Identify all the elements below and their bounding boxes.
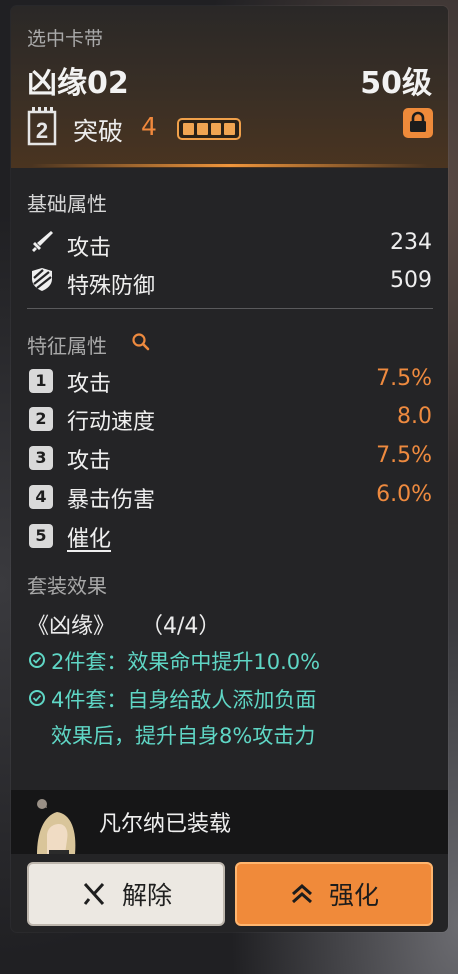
feature-link-catalyze[interactable]: 催化 [67,521,111,553]
set-name: 《凶缘》 [27,614,116,639]
lock-icon [410,111,426,132]
feature-label-crit-damage: 暴击伤害 [67,488,156,513]
search-icon[interactable] [131,332,151,352]
feature-label-attack-2: 攻击 [67,449,112,474]
feature-index-badge: 4 [29,485,53,509]
base-attr-label-special-defense: 特殊防御 [67,274,156,299]
unequip-button[interactable]: 解除 [27,862,225,926]
feature-value-crit-damage: 6.0% [376,482,432,507]
breakthrough-pip [210,123,222,135]
base-attr-value-special-defense: 509 [390,268,432,293]
check-circle-icon [29,652,45,668]
lock-button[interactable] [403,108,433,138]
feature-index-badge: 3 [29,446,53,470]
feature-value-attack: 7.5% [376,366,432,391]
feature-label-attack: 攻击 [67,372,112,397]
x-icon [83,882,105,906]
sword-icon [29,228,55,254]
unequip-label: 解除 [121,881,172,910]
base-attr-value-attack: 234 [390,230,432,255]
feature-index-badge: 1 [29,369,53,393]
slot-number: 2 [36,118,48,143]
cartridge-name: 凶缘02 [27,66,129,101]
breakthrough-value: 4 [141,112,157,141]
cartridge-detail-panel: 选中卡带 凶缘02 50级 2 突破 4 基础属性 攻击 234 特殊防御 50… [11,6,448,932]
feature-value-action-speed: 8.0 [397,404,432,429]
enhance-button[interactable]: 强化 [235,862,433,926]
header-glow-line [31,164,428,167]
equipped-by-text: 凡尔纳已装载 [99,812,232,837]
breakthrough-pip [224,123,235,135]
slot-number-icon: 2 [27,106,59,146]
double-chevron-up-icon [291,883,312,904]
breakthrough-label: 突破 [73,117,124,146]
feature-value-attack-2: 7.5% [376,443,432,468]
enhance-label: 强化 [328,881,379,910]
feature-index-badge: 5 [29,524,53,548]
base-attributes-title: 基础属性 [27,192,107,216]
shield-stripes-icon [29,266,55,292]
check-circle-icon [29,690,45,706]
set-bonus-2pc: 2件套：效果命中提升10.0% [51,650,321,674]
breakthrough-pips [177,118,241,140]
feature-label-action-speed: 行动速度 [67,410,156,435]
section-divider [27,308,433,309]
feature-index-badge: 2 [29,407,53,431]
base-attr-label-attack: 攻击 [67,236,112,261]
selected-cartridge-label: 选中卡带 [27,28,104,50]
avatar [25,794,85,854]
breakthrough-pip [183,123,194,135]
set-bonus-4pc: 4件套：自身给敌人添加负面 [51,688,317,712]
feature-attributes-title: 特征属性 [27,334,107,358]
set-count: （4/4） [141,614,221,639]
set-bonus-4pc-continued: 效果后，提升自身8%攻击力 [51,724,316,748]
set-effect-title: 套装效果 [27,574,107,598]
breakthrough-pip [196,123,208,135]
cartridge-level: 50级 [360,66,432,101]
